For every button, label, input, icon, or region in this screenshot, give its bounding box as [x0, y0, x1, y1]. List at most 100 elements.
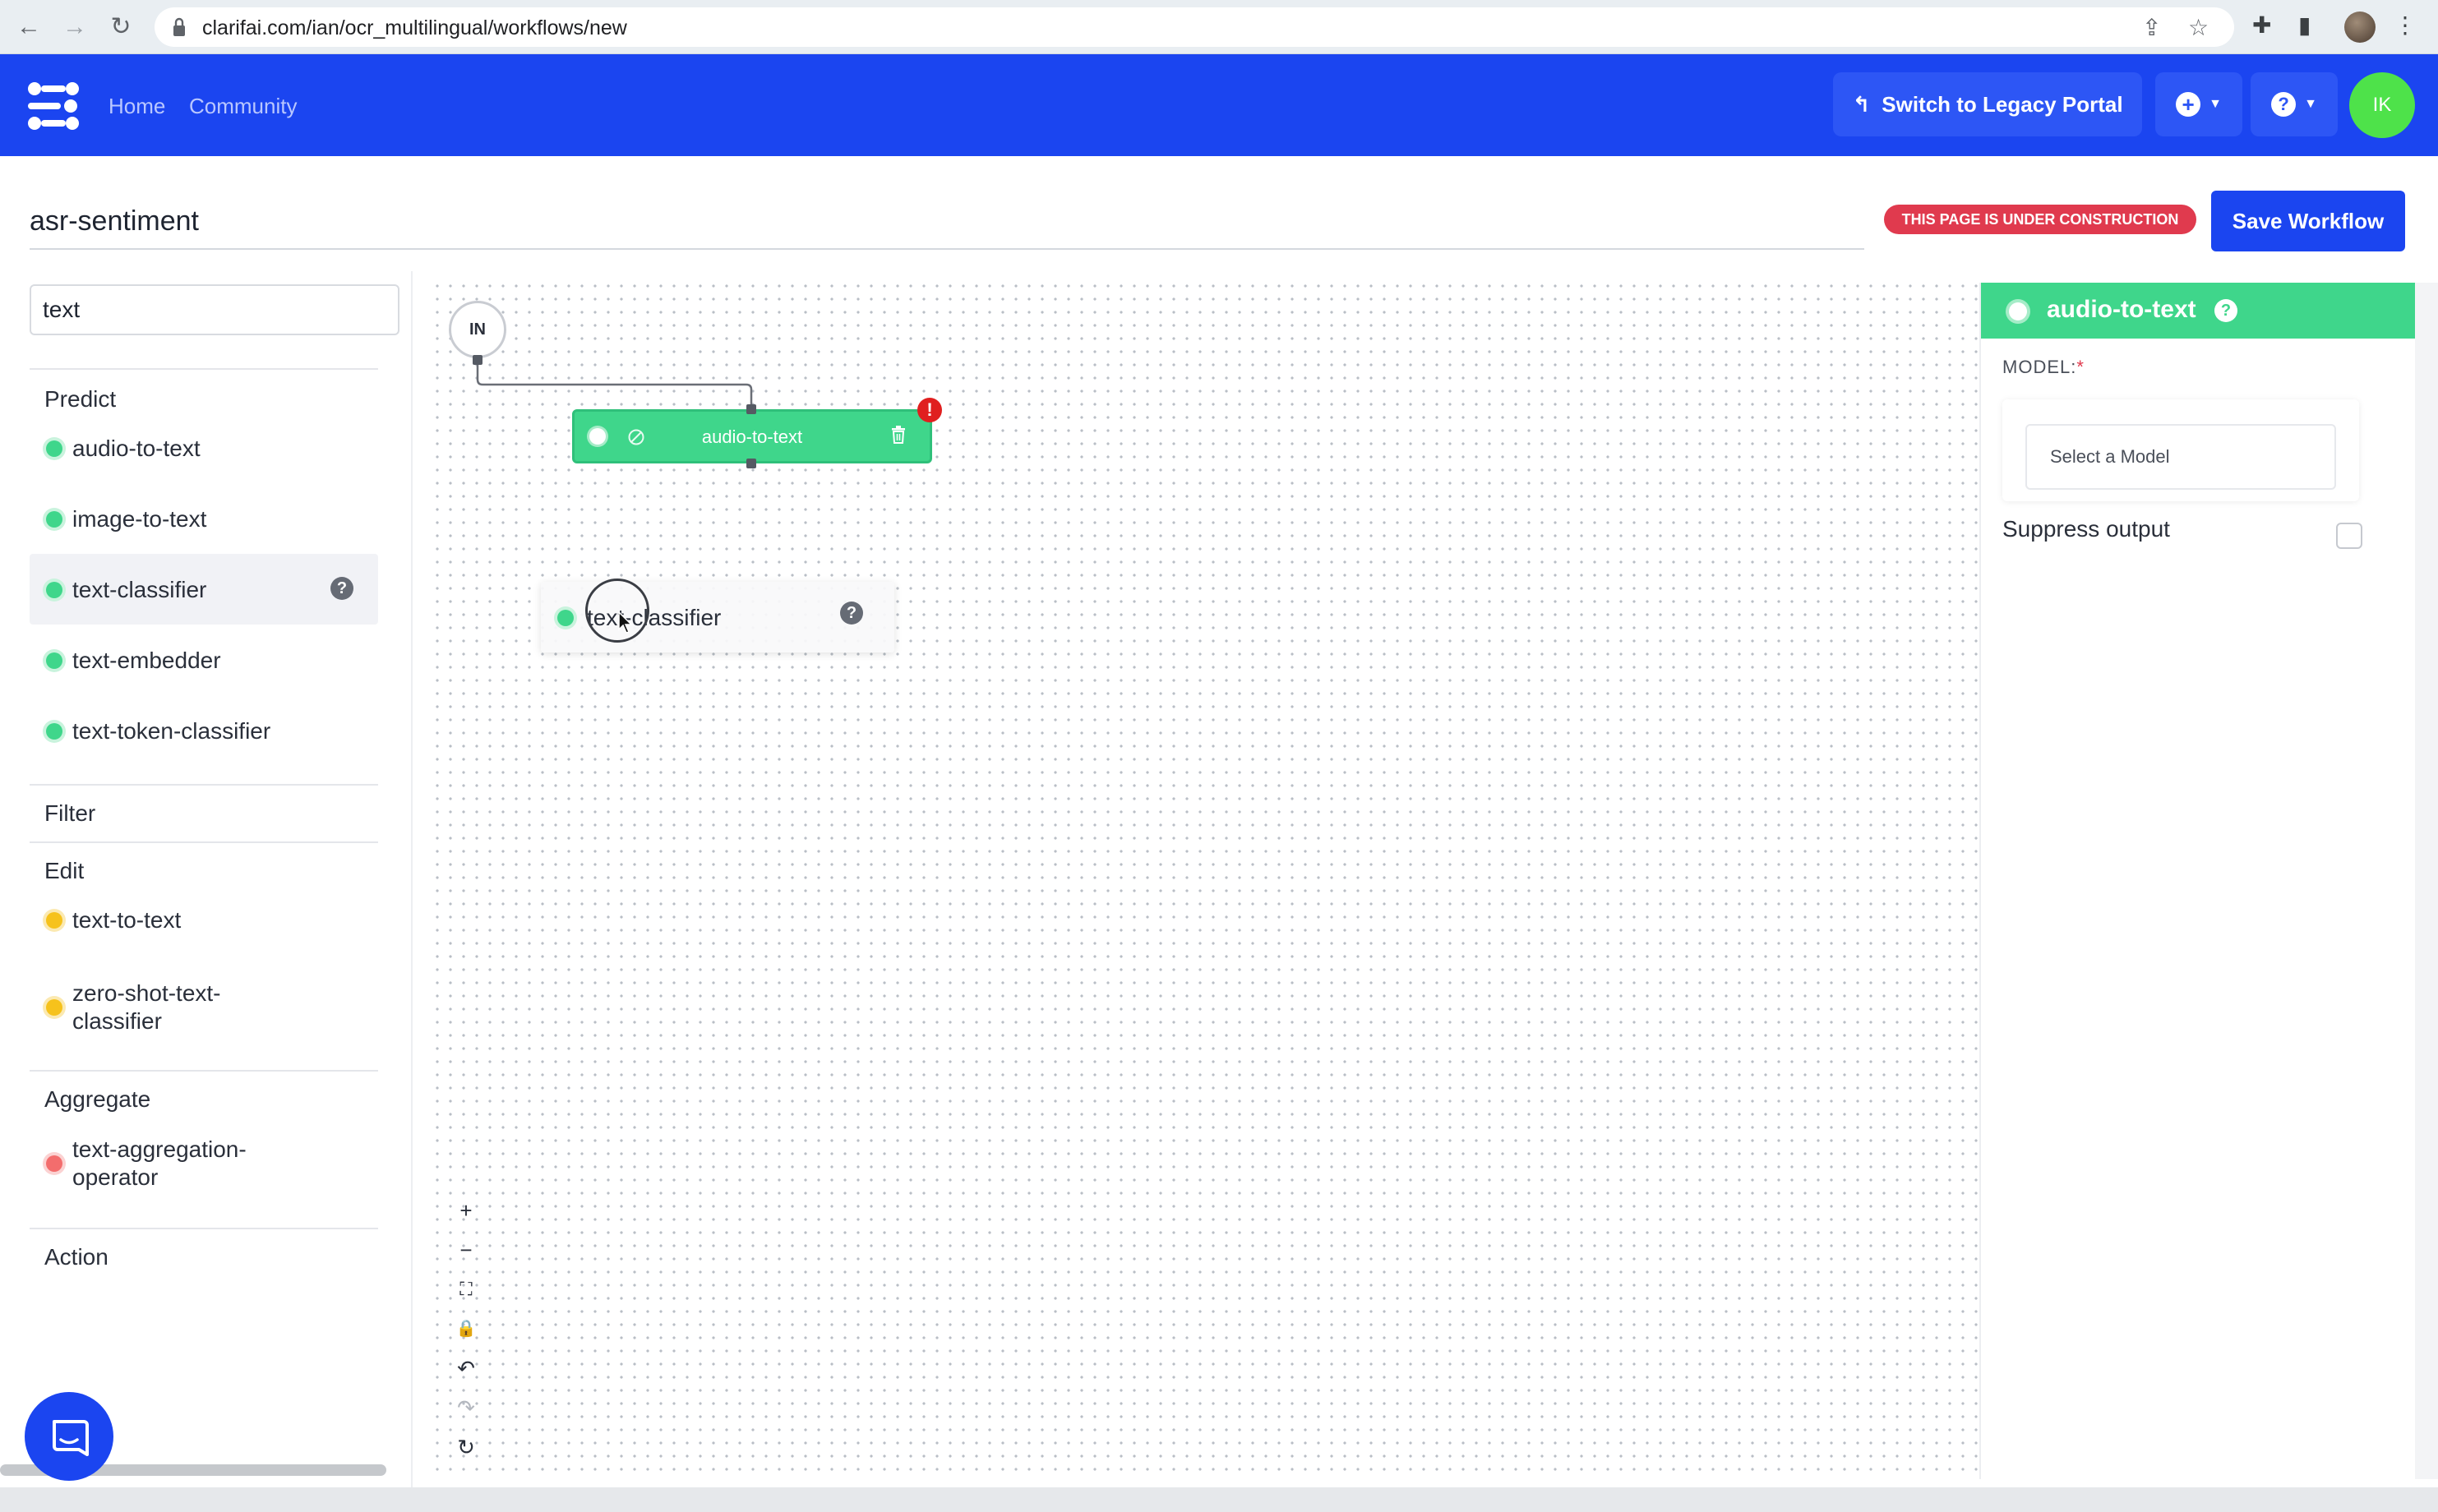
sidebar-item-text-to-text[interactable]: text-to-text [30, 884, 378, 955]
browser-chrome: ← → ↻ clarifai.com/ian/ocr_multilingual/… [0, 0, 2438, 54]
model-label-text: MODEL: [2002, 357, 2077, 377]
required-mark: * [2076, 357, 2085, 377]
extensions-puzzle-icon[interactable]: ✚ [2252, 12, 2271, 39]
zoom-out-icon[interactable]: − [447, 1231, 485, 1269]
node-label: audio-to-text [701, 426, 803, 447]
help-menu-button[interactable]: ? ▼ [2251, 72, 2338, 136]
error-alert-icon[interactable]: ! [917, 398, 942, 422]
save-workflow-button[interactable]: Save Workflow [2211, 191, 2405, 251]
trash-icon[interactable] [890, 425, 907, 445]
green-status-dot-icon [46, 440, 62, 457]
sidebar-item-label: image-to-text [72, 506, 207, 532]
category-filter[interactable]: Filter [44, 800, 95, 827]
create-menu-button[interactable]: + ▼ [2155, 72, 2242, 136]
undo-icon[interactable]: ↶ [447, 1349, 485, 1387]
sidebar-item-label: text-token-classifier [72, 718, 271, 744]
green-status-dot-icon [46, 582, 62, 598]
browser-profile-avatar[interactable] [2344, 12, 2376, 43]
undo-arrow-icon: ↰ [1852, 91, 1871, 117]
panel-scrollbar-track[interactable] [2415, 283, 2438, 1479]
chat-icon [53, 1420, 89, 1456]
node-status-dot-icon [2009, 302, 2027, 320]
lock-icon[interactable]: 🔒 [447, 1310, 485, 1348]
sidebar-search-input[interactable] [30, 284, 399, 335]
sidebar-item-text-classifier[interactable]: text-classifier ? [30, 554, 378, 625]
fit-view-icon[interactable]: ⛶ [447, 1270, 485, 1308]
output-handle[interactable] [473, 355, 483, 365]
title-underline [30, 248, 1864, 250]
legacy-button-label: Switch to Legacy Portal [1882, 91, 2123, 117]
switch-legacy-portal-button[interactable]: ↰ Switch to Legacy Portal [1833, 72, 2142, 136]
nav-community-link[interactable]: Community [189, 94, 297, 119]
reset-icon[interactable]: ↻ [447, 1428, 485, 1466]
zoom-in-icon[interactable]: + [447, 1192, 485, 1229]
category-aggregate[interactable]: Aggregate [44, 1086, 150, 1113]
workflow-title[interactable]: asr-sentiment [30, 205, 199, 237]
divider [30, 368, 378, 370]
sidebar-item-audio-to-text[interactable]: audio-to-text [30, 413, 378, 483]
caret-down-icon: ▼ [2304, 97, 2317, 111]
user-avatar[interactable]: IK [2349, 72, 2415, 138]
yellow-status-dot-icon [46, 912, 62, 929]
chat-support-button[interactable] [25, 1392, 113, 1481]
help-question-icon[interactable]: ? [330, 577, 353, 600]
sidebar-item-label: text-embedder [72, 648, 221, 673]
plus-circle-icon: + [2176, 92, 2201, 117]
sidebar-item-text-aggregation-operator[interactable]: text-aggregation- operator [30, 1122, 378, 1211]
model-select-dropdown[interactable]: Select a Model [2025, 424, 2336, 490]
bookmark-star-icon[interactable]: ☆ [2188, 14, 2209, 41]
red-status-dot-icon [46, 1155, 62, 1172]
sidebar-item-text-token-classifier[interactable]: text-token-classifier [30, 695, 378, 766]
category-edit[interactable]: Edit [44, 858, 84, 884]
sidebar-item-label-line2: classifier [72, 1008, 162, 1034]
sidebar-border [411, 271, 413, 1487]
lock-icon [173, 17, 185, 36]
divider [30, 1070, 378, 1072]
sidebar-item-label-line1: text-aggregation- [72, 1136, 247, 1162]
divider [30, 1228, 378, 1229]
suppress-output-checkbox[interactable] [2336, 523, 2362, 549]
category-predict[interactable]: Predict [44, 386, 116, 413]
model-sidebar: Predict audio-to-text image-to-text text… [0, 271, 411, 1487]
address-bar[interactable]: clarifai.com/ian/ocr_multilingual/workfl… [155, 7, 2234, 47]
help-question-icon[interactable]: ? [2214, 299, 2237, 322]
redo-icon[interactable]: ↷ [447, 1389, 485, 1427]
browser-bottom-edge [0, 1487, 2438, 1512]
url-text: clarifai.com/ian/ocr_multilingual/workfl… [202, 16, 627, 39]
canvas-controls: + − ⛶ 🔒 ↶ ↷ ↻ [447, 1192, 485, 1468]
side-panel-icon[interactable]: ▮ [2298, 12, 2311, 39]
reload-icon[interactable]: ↻ [105, 12, 136, 43]
sidebar-item-text-embedder[interactable]: text-embedder [30, 625, 378, 695]
suppress-output-label: Suppress output [2002, 516, 2170, 542]
sidebar-item-label: text-to-text [72, 907, 182, 933]
sidebar-item-label-line2: operator [72, 1164, 159, 1190]
green-status-dot-icon [557, 610, 574, 626]
green-status-dot-icon [46, 511, 62, 528]
sidebar-item-label: text-classifier [72, 577, 207, 602]
input-node[interactable]: IN [449, 301, 506, 358]
help-question-icon[interactable]: ? [840, 602, 863, 625]
forward-arrow-icon[interactable]: → [59, 12, 90, 43]
mouse-cursor-icon [618, 611, 633, 634]
sidebar-item-image-to-text[interactable]: image-to-text [30, 483, 378, 554]
green-status-dot-icon [46, 652, 62, 669]
kebab-menu-icon[interactable]: ⋮ [2394, 12, 2417, 39]
share-icon[interactable]: ⇪ [2142, 14, 2161, 41]
green-status-dot-icon [46, 723, 62, 740]
nav-home-link[interactable]: Home [109, 94, 165, 119]
input-handle[interactable] [746, 404, 756, 414]
category-action[interactable]: Action [44, 1244, 109, 1270]
output-handle[interactable] [746, 459, 756, 468]
help-circle-icon: ? [2271, 92, 2297, 117]
panel-header: audio-to-text ? [1981, 283, 2417, 339]
divider [30, 841, 378, 843]
model-field-label: MODEL:* [2002, 357, 2085, 378]
cursor-highlight-ring [585, 579, 649, 643]
back-arrow-icon[interactable]: ← [13, 12, 44, 43]
model-select-card: Select a Model [2002, 399, 2359, 501]
audio-to-text-node[interactable]: audio-to-text [572, 409, 932, 463]
clarifai-logo-icon[interactable] [25, 79, 82, 133]
yellow-status-dot-icon [46, 999, 62, 1016]
construction-badge: THIS PAGE IS UNDER CONSTRUCTION [1884, 205, 2196, 234]
sidebar-item-zero-shot-text-classifier[interactable]: zero-shot-text- classifier [30, 966, 378, 1055]
